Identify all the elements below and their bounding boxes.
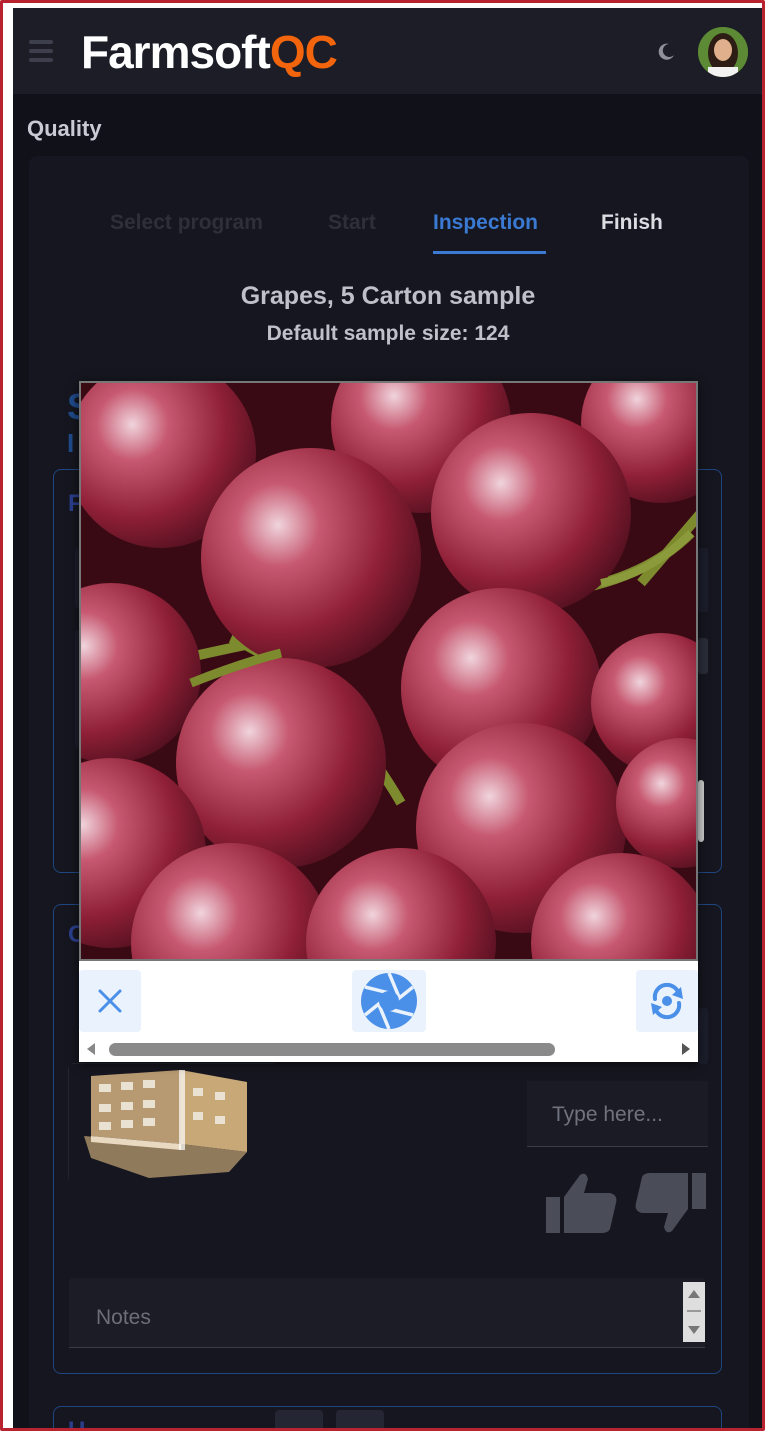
- camera-button[interactable]: [336, 1410, 384, 1428]
- app-logo[interactable]: FarmsoftQC: [81, 24, 338, 80]
- hamburger-icon[interactable]: [29, 40, 53, 62]
- logo-text-farmsoft: Farmsoft: [81, 26, 271, 78]
- close-icon: [98, 989, 122, 1013]
- thumbs-up-icon[interactable]: [546, 1171, 618, 1235]
- obscured-scrollbar: [698, 780, 704, 842]
- notes-placeholder: Notes: [96, 1306, 151, 1329]
- notes-scrollbar[interactable]: [683, 1282, 705, 1342]
- switch-camera-button[interactable]: [636, 970, 698, 1032]
- notes-field[interactable]: Notes: [69, 1278, 705, 1348]
- scroll-right-arrow-icon[interactable]: [682, 1043, 690, 1055]
- camera-toolbar: [79, 964, 698, 1062]
- switch-camera-icon: [651, 982, 683, 1020]
- camera-shutter-icon: [361, 972, 417, 1030]
- attach-button[interactable]: [275, 1410, 323, 1428]
- step-select-program[interactable]: Select program: [110, 206, 263, 254]
- sample-title: Grapes, 5 Carton sample: [240, 282, 536, 310]
- horizontal-scrollbar[interactable]: [79, 1039, 698, 1059]
- scroll-left-arrow-icon[interactable]: [87, 1043, 95, 1055]
- step-finish[interactable]: Finish: [601, 206, 663, 254]
- scrollbar-thumb[interactable]: [109, 1043, 555, 1056]
- obscured-subheading: I: [67, 428, 75, 458]
- default-sample-size: Default sample size: 124: [266, 322, 510, 345]
- thumbs-down-icon[interactable]: [634, 1171, 706, 1235]
- step-start[interactable]: Start: [328, 206, 376, 254]
- camera-dialog: [79, 381, 698, 1062]
- app-header: FarmsoftQC: [13, 8, 762, 94]
- obscured-field: [698, 1008, 708, 1064]
- form-card-3: U: [53, 1406, 722, 1428]
- pallet-image[interactable]: [68, 1063, 279, 1184]
- obscured-field: [698, 638, 708, 674]
- app-viewport: FarmsoftQC Quality Select program Start …: [13, 8, 762, 1428]
- capture-button[interactable]: [352, 970, 426, 1032]
- section-title: Quality: [27, 116, 102, 141]
- inspection-stepper: Select program Start Inspection Finish: [13, 206, 762, 266]
- close-button[interactable]: [79, 970, 141, 1032]
- user-avatar[interactable]: [698, 27, 748, 77]
- app-frame: FarmsoftQC Quality Select program Start …: [0, 0, 765, 1431]
- obscured-field: [698, 548, 708, 612]
- card-3-heading: U: [68, 1417, 85, 1428]
- camera-preview: [79, 381, 698, 961]
- step-inspection[interactable]: Inspection: [433, 206, 546, 254]
- moon-icon[interactable]: [656, 42, 676, 62]
- comment-input[interactable]: Type here...: [527, 1081, 708, 1147]
- logo-text-qc: QC: [269, 26, 338, 78]
